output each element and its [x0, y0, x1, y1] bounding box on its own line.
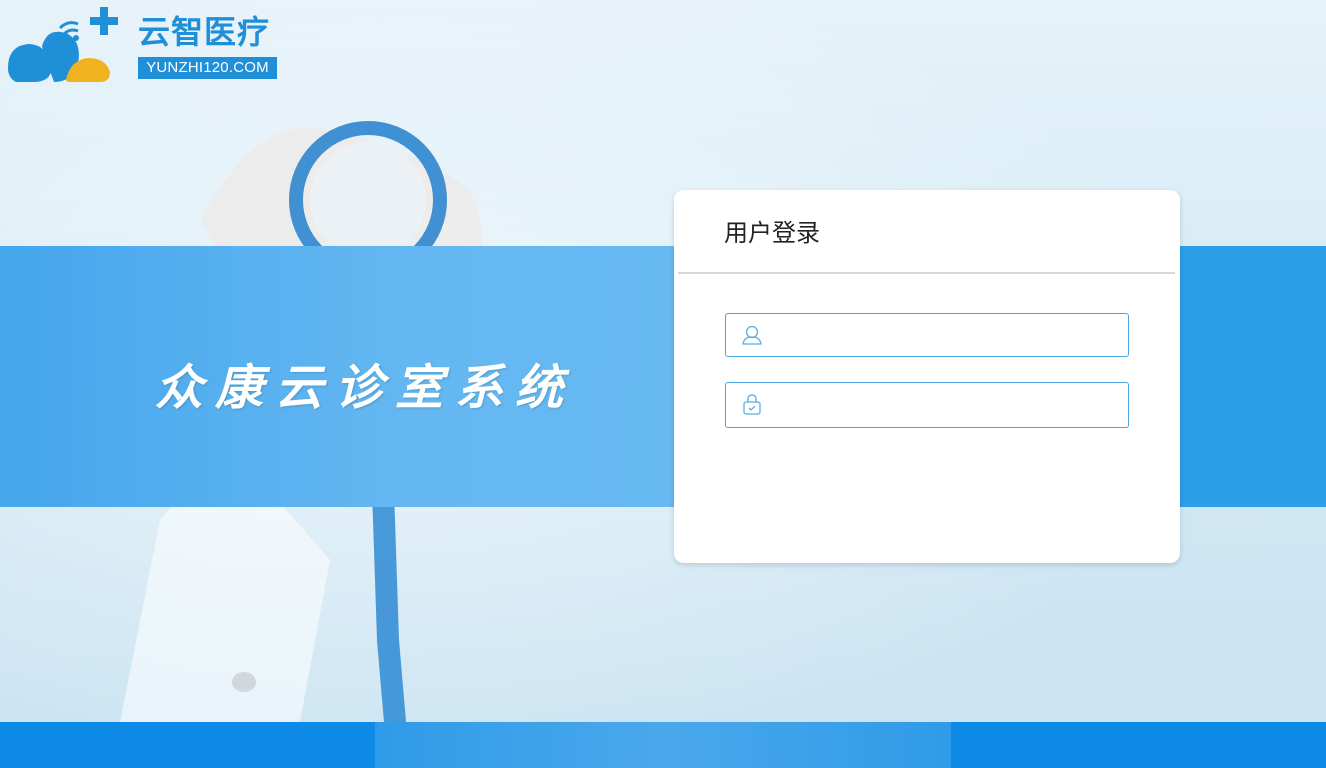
lock-icon	[743, 394, 761, 415]
username-field[interactable]	[725, 313, 1129, 357]
logo-url: YUNZHI120.COM	[138, 57, 277, 79]
logo-title: 云智医疗	[138, 13, 271, 51]
username-input[interactable]	[774, 314, 1114, 356]
login-card: 用户登录	[674, 190, 1180, 563]
password-field[interactable]	[725, 382, 1129, 428]
password-input[interactable]	[774, 383, 1114, 427]
user-icon	[742, 325, 762, 345]
footer-center-panel	[375, 722, 951, 768]
footer-bar	[0, 722, 1326, 768]
login-title: 用户登录	[724, 219, 820, 247]
system-title: 众康云诊室系统	[155, 360, 576, 416]
login-divider	[678, 272, 1175, 274]
banner-left-panel: 众康云诊室系统	[0, 246, 675, 507]
cloud-cross-logo-icon	[8, 7, 118, 82]
brand-logo[interactable]: 云智医疗 YUNZHI120.COM	[6, 6, 281, 84]
